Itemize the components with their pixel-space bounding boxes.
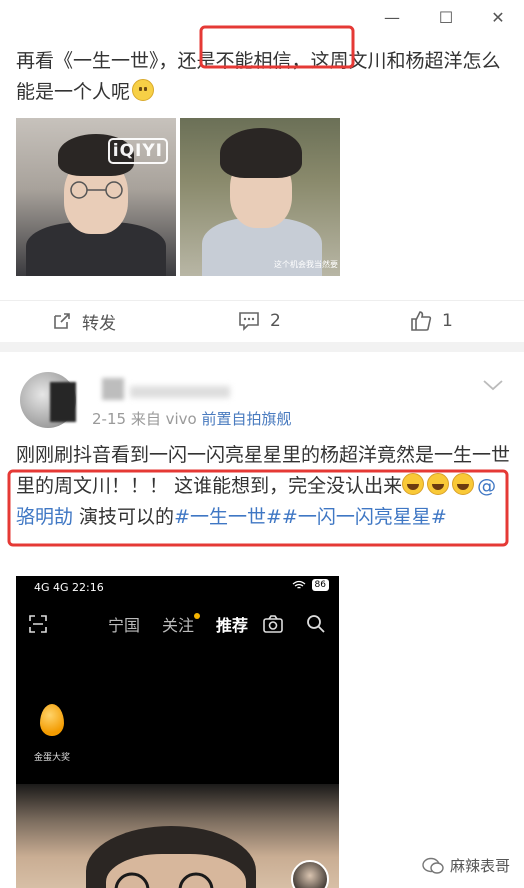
blurred-region (102, 378, 124, 400)
maximize-icon[interactable]: ☐ (436, 8, 456, 28)
post-card-2: 2-15 来自 vivo 前置自拍旗舰 刚刚刷抖音看到一闪一闪亮星星里的杨超洋竟… (0, 352, 524, 888)
tab-recommend[interactable]: 推荐 (216, 612, 248, 636)
highlight-box (199, 25, 355, 69)
post-2-text-part1: 刚刚刷抖音看到一闪一闪亮星星里的杨超洋竟然是 (16, 444, 435, 466)
wifi-icon (292, 580, 305, 589)
repost-label: 转发 (82, 313, 116, 334)
glasses-icon (114, 872, 214, 888)
like-button[interactable]: 1 (410, 307, 453, 335)
video-subtitle: 这个机会我当然要 (274, 260, 338, 269)
post-1-image-1[interactable]: iQIYI (16, 118, 176, 276)
post-2-image[interactable]: 4G 4G 22:16 86 宁国 关注 推荐 金蛋大奖 (16, 576, 339, 888)
comment-count: 2 (270, 311, 281, 331)
repost-button[interactable]: 转发 (52, 307, 116, 335)
wechat-icon (422, 857, 444, 874)
highlight-box (7, 469, 509, 547)
app-tab-bar: 宁国 关注 推荐 (16, 608, 339, 638)
glasses-icon (70, 181, 123, 199)
comment-button[interactable]: 2 (238, 307, 281, 335)
phone-time: 22:16 (72, 581, 104, 594)
phone-status-bar: 4G 4G 22:16 86 (16, 576, 339, 598)
golden-egg-icon[interactable] (40, 704, 64, 736)
share-icon (54, 313, 70, 329)
blurred-region (50, 382, 76, 422)
close-icon[interactable]: ✕ (488, 8, 508, 28)
search-icon[interactable] (306, 614, 326, 634)
tab-follow[interactable]: 关注 (162, 612, 194, 636)
post-1-image-2[interactable]: 这个机会我当然要 (180, 118, 340, 276)
minimize-icon[interactable]: — (382, 8, 402, 28)
scan-icon[interactable] (28, 614, 48, 634)
golden-egg-label: 金蛋大奖 (34, 753, 71, 763)
watermark-text: 麻辣表哥 (449, 857, 510, 875)
tab-ningguo[interactable]: 宁国 (108, 612, 140, 636)
post-time: 2-15 (92, 410, 127, 428)
iqiyi-watermark: iQIYI (107, 138, 168, 164)
thumbs-up-icon (411, 311, 432, 331)
blurred-username (130, 386, 230, 398)
camera-icon[interactable] (262, 614, 284, 634)
post-source: 来自 vivo (130, 410, 197, 428)
comment-icon (239, 312, 259, 331)
smile-emoji-icon (132, 79, 155, 101)
like-count: 1 (442, 311, 453, 331)
notification-dot (194, 613, 200, 619)
post-1-action-bar: 转发 2 1 (0, 300, 524, 340)
post-1-text-part1: 再看《一生一世》， (16, 50, 178, 72)
phone-signal: 4G 4G (34, 581, 69, 594)
post-card-1: 再看《一生一世》，还是不能相信，这周文川和杨超洋怎么能是一个人呢 iQIYI 这… (0, 25, 524, 342)
post-2-meta: 2-15 来自 vivo 前置自拍旗舰 (92, 408, 292, 429)
account-watermark: 麻辣表哥 (422, 855, 510, 876)
device-link[interactable]: 前置自拍旗舰 (201, 410, 291, 428)
phone-battery: 86 (311, 579, 329, 591)
chevron-down-icon[interactable] (482, 378, 504, 392)
